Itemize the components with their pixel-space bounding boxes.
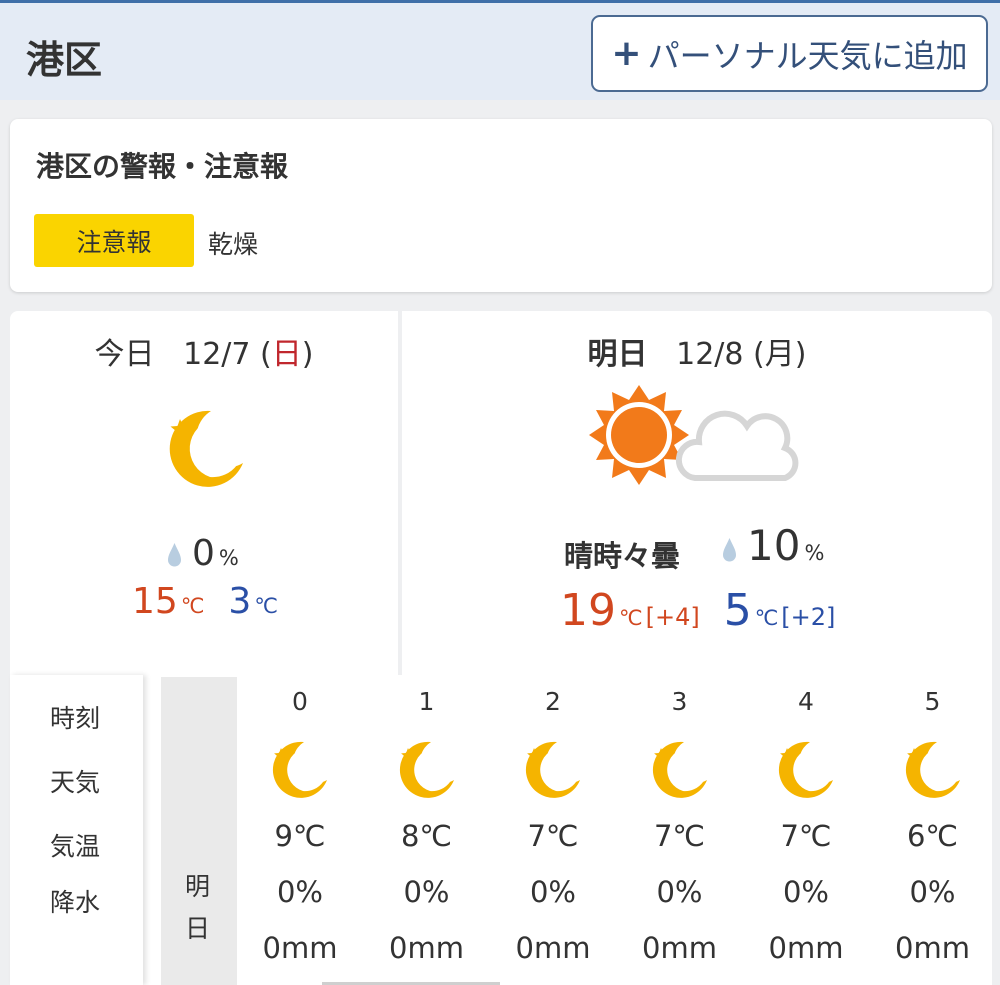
raindrop-icon bbox=[723, 538, 736, 562]
today-low-unit: ℃ bbox=[254, 594, 278, 618]
row-label-weather: 天気 bbox=[50, 768, 101, 797]
hour-temp: 8℃ bbox=[400, 819, 453, 853]
moon-icon bbox=[905, 741, 960, 798]
hour-precip-prob: 0% bbox=[656, 875, 703, 909]
hour-temp: 6℃ bbox=[906, 819, 959, 853]
hour-column: 0 9℃ 0% 0mm bbox=[237, 677, 363, 985]
tomorrow-high: 19 bbox=[560, 585, 616, 636]
today-high: 15 bbox=[132, 581, 178, 622]
tomorrow-telop: 晴時々曇 bbox=[564, 539, 681, 573]
hour-label: 4 bbox=[798, 687, 814, 716]
hour-label: 1 bbox=[418, 687, 435, 716]
hour-label: 5 bbox=[924, 687, 941, 716]
moon-icon bbox=[272, 741, 327, 798]
raindrop-icon bbox=[168, 543, 181, 567]
hour-column: 3 7℃ 0% 0mm bbox=[617, 677, 743, 985]
hour-precip-amount: 0mm bbox=[642, 931, 717, 965]
hour-precip-amount: 0mm bbox=[389, 931, 464, 965]
tomorrow-header: 明日 12/8 (月) bbox=[402, 329, 992, 373]
tomorrow-precip-prob: 10% bbox=[722, 521, 824, 570]
today-paren-close: ) bbox=[301, 337, 314, 372]
row-label-temp: 気温 bbox=[50, 832, 101, 861]
add-button-label: パーソナル天気に追加 bbox=[647, 36, 968, 75]
tomorrow-low-diff: [+2] bbox=[781, 603, 836, 631]
add-personal-weather-button[interactable]: + パーソナル天気に追加 bbox=[591, 15, 988, 92]
day-label-char-2: 日 bbox=[185, 914, 211, 943]
hour-precip-prob: 0% bbox=[276, 875, 323, 909]
today-low: 3 bbox=[228, 581, 252, 622]
moon-icon bbox=[169, 410, 243, 487]
tomorrow-dow: (月) bbox=[753, 337, 807, 372]
hour-precip-amount: 0mm bbox=[895, 931, 970, 965]
hour-precip-amount: 0mm bbox=[262, 931, 338, 965]
sun-cloud-icon bbox=[589, 385, 799, 485]
tomorrow-date: 12/8 bbox=[676, 337, 744, 372]
today-forecast: 今日 12/7 (日) 0% 15 ℃ 3 ℃ bbox=[10, 311, 398, 675]
today-date: 12/7 bbox=[183, 337, 251, 372]
warnings-card: 港区の警報・注意報 注意報 乾燥 bbox=[10, 119, 992, 292]
hour-label: 2 bbox=[545, 687, 561, 716]
tomorrow-temps: 19 ℃ [+4] 5 ℃ [+2] bbox=[560, 585, 835, 636]
tomorrow-forecast: 明日 12/8 (月) 晴時々曇 10% 19 ℃ [+4] 5 ℃ [+2] bbox=[402, 311, 992, 675]
today-pop-unit: % bbox=[218, 546, 239, 570]
hourly-day-column: 明 日 bbox=[161, 677, 237, 985]
hour-label: 0 bbox=[292, 687, 308, 716]
hour-temp: 7℃ bbox=[653, 819, 706, 853]
advisory-item[interactable]: 乾燥 bbox=[208, 225, 258, 261]
tomorrow-low-unit: ℃ bbox=[754, 606, 779, 630]
moon-icon bbox=[399, 741, 454, 798]
plus-icon: + bbox=[611, 33, 642, 74]
hour-column: 4 7℃ 0% 0mm bbox=[743, 677, 869, 985]
tomorrow-pop-unit: % bbox=[804, 541, 825, 565]
page-title: 港区 bbox=[26, 38, 103, 82]
tomorrow-pop-value: 10 bbox=[747, 521, 801, 570]
tomorrow-label: 明日 bbox=[587, 337, 648, 372]
hour-temp: 9℃ bbox=[274, 819, 326, 853]
today-paren-open: ( bbox=[260, 337, 272, 372]
row-label-precip: 降水 bbox=[50, 888, 101, 917]
today-dow: 日 bbox=[271, 337, 302, 372]
row-label-time: 時刻 bbox=[50, 704, 101, 733]
hour-precip-prob: 0% bbox=[529, 875, 576, 909]
hour-temp: 7℃ bbox=[780, 819, 832, 853]
hour-column: 2 7℃ 0% 0mm bbox=[490, 677, 616, 985]
hour-column: 1 8℃ 0% 0mm bbox=[364, 677, 490, 985]
moon-icon bbox=[652, 741, 707, 798]
hour-precip-amount: 0mm bbox=[515, 931, 591, 965]
moon-icon bbox=[778, 741, 833, 798]
hourly-row-labels: 時刻 天気 気温 降水 bbox=[10, 675, 143, 985]
hour-precip-prob: 0% bbox=[403, 875, 450, 909]
today-header: 今日 12/7 (日) bbox=[10, 329, 398, 373]
today-precip-prob: 0% bbox=[167, 533, 239, 574]
today-high-unit: ℃ bbox=[180, 594, 205, 618]
hour-precip-amount: 0mm bbox=[768, 931, 844, 965]
day-label-char-1: 明 bbox=[185, 872, 211, 901]
warnings-title: 港区の警報・注意報 bbox=[36, 150, 289, 183]
moon-icon bbox=[525, 741, 580, 798]
tomorrow-high-unit: ℃ bbox=[619, 606, 643, 630]
hour-precip-prob: 0% bbox=[782, 875, 829, 909]
today-pop-value: 0 bbox=[192, 533, 215, 574]
tomorrow-low: 5 bbox=[723, 585, 752, 636]
hour-precip-prob: 0% bbox=[909, 875, 956, 909]
today-temps: 15 ℃ 3 ℃ bbox=[132, 581, 278, 622]
hour-temp: 7℃ bbox=[527, 819, 579, 853]
tomorrow-high-diff: [+4] bbox=[645, 603, 700, 631]
hour-column: 5 6℃ 0% 0mm bbox=[870, 677, 996, 985]
advisory-badge[interactable]: 注意報 bbox=[34, 214, 194, 267]
today-label: 今日 bbox=[94, 337, 155, 372]
hour-label: 3 bbox=[671, 687, 688, 716]
header-bar: 港区 + パーソナル天気に追加 bbox=[0, 0, 1000, 100]
